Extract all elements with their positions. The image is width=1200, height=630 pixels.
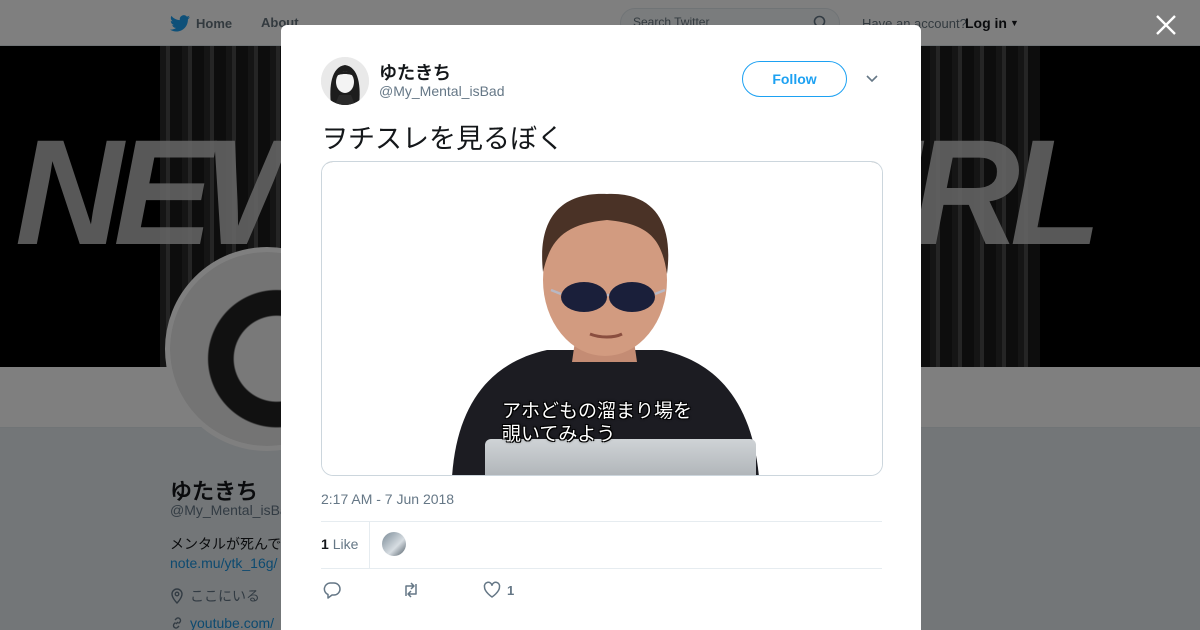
like-button[interactable]: 1 [483, 581, 514, 599]
avatar-image [321, 57, 369, 105]
tweet-author-name[interactable]: ゆたきち [379, 59, 451, 85]
divider [321, 521, 882, 522]
follow-button[interactable]: Follow [742, 61, 847, 97]
video-subtitle-line-2: 覗いてみよう [502, 423, 616, 445]
stats-separator [369, 522, 370, 568]
tweet-author-avatar[interactable] [321, 57, 369, 105]
divider [321, 568, 882, 569]
tweet-media-video[interactable]: アホどもの溜まり場を 覗いてみよう [321, 161, 883, 476]
liker-avatar[interactable] [382, 532, 406, 556]
retweet-button[interactable] [402, 581, 420, 599]
tweet-timestamp[interactable]: 2:17 AM - 7 Jun 2018 [321, 491, 454, 507]
reply-icon [323, 582, 341, 599]
likes-count-number: 1 [321, 536, 329, 552]
reply-button[interactable] [323, 581, 341, 599]
tweet-modal: ゆたきち @My_Mental_isBad Follow ヲチスレを見るぼく ア… [281, 25, 921, 630]
likes-count[interactable]: 1 Like [321, 536, 358, 552]
like-action-count: 1 [507, 582, 515, 598]
tweet-author-handle[interactable]: @My_Mental_isBad [379, 83, 505, 99]
chevron-down-icon[interactable] [865, 73, 879, 85]
close-icon[interactable] [1154, 13, 1178, 37]
heart-icon [483, 581, 501, 598]
retweet-icon [405, 582, 417, 598]
tweet-text: ヲチスレを見るぼく [321, 124, 564, 155]
video-subtitle-line-1: アホどもの溜まり場を [502, 400, 693, 422]
likes-count-label: Like [332, 536, 359, 552]
video-subtitle: アホどもの溜まり場を 覗いてみよう [502, 400, 692, 446]
